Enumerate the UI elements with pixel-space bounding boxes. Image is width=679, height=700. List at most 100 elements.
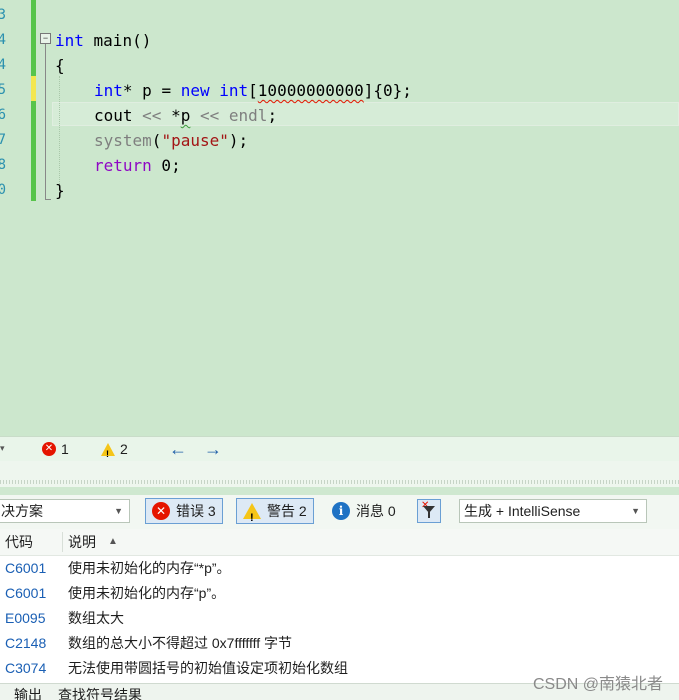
messages-label: 消息 0 xyxy=(356,503,396,519)
error-indicator[interactable]: ✕ 1 xyxy=(42,440,69,458)
error-description: 使用未初始化的内存“p”。 xyxy=(68,585,226,601)
change-margin-unsaved xyxy=(31,76,36,101)
code-editor[interactable]: 3 4 4 5 6 7 8 0 − int main() { int* p = … xyxy=(0,0,679,436)
clear-filter-icon[interactable]: ✕ xyxy=(417,499,441,523)
error-code-link[interactable]: E0095 xyxy=(5,606,45,631)
watermark: CSDN @南猿北者 xyxy=(532,676,663,693)
error-code-link[interactable]: C3074 xyxy=(5,656,46,681)
error-description: 数组的总大小不得超过 0x7fffffff 字节 xyxy=(68,635,293,651)
code-line-8[interactable]: system("pause"); xyxy=(94,128,248,153)
code-text: * xyxy=(171,106,181,125)
error-code-link[interactable]: C6001 xyxy=(5,581,46,606)
column-header-description[interactable]: 说明 xyxy=(68,529,96,555)
tab-find-symbol-results[interactable]: 查找符号结果 xyxy=(58,686,142,700)
info-icon: i xyxy=(332,502,350,520)
line-number: 7 xyxy=(0,132,6,148)
error-description: 数组太大 xyxy=(68,610,124,626)
next-issue-button[interactable]: → xyxy=(204,440,222,458)
code-text: ]{0}; xyxy=(363,81,412,100)
line-number: 8 xyxy=(0,157,6,173)
chevron-down-icon[interactable]: ▾ xyxy=(0,439,5,457)
warning-squiggle-p[interactable]: p xyxy=(181,106,191,125)
chevron-down-icon: ▼ xyxy=(114,506,123,516)
warnings-label: 警告 2 xyxy=(267,503,307,519)
error-list-table: 代码 说明 ▲ C6001 使用未初始化的内存“*p”。 C6001 使用未初始化的… xyxy=(0,529,679,683)
keyword: new xyxy=(180,81,210,100)
warning-icon xyxy=(101,442,115,463)
error-list-toolbar: 决方案 ▼ ✕ 错误 3 警告 2 i 消息 0 ✕ 生成 + IntelliSens… xyxy=(0,495,679,530)
line-number: 3 xyxy=(0,7,6,23)
identifier-endl: endl xyxy=(228,106,268,125)
error-code-link[interactable]: C2148 xyxy=(5,631,46,656)
code-text: [ xyxy=(248,81,258,100)
line-number-gutter: 3 4 4 5 6 7 8 0 xyxy=(0,0,30,436)
warnings-filter-button[interactable]: 警告 2 xyxy=(236,498,314,530)
table-row[interactable]: C2148 数组的总大小不得超过 0x7fffffff 字节 xyxy=(0,631,679,656)
code-line-7[interactable]: cout << *p << endl; xyxy=(94,103,277,128)
line-number: 4 xyxy=(0,57,6,73)
line-number: 5 xyxy=(0,82,6,98)
warning-icon xyxy=(243,503,261,530)
outline-line xyxy=(45,44,46,199)
error-icon: ✕ xyxy=(42,442,56,456)
change-margin-saved xyxy=(31,0,36,76)
keyword-return: return xyxy=(94,156,152,175)
keyword: int xyxy=(219,81,249,100)
warning-count: 2 xyxy=(120,441,128,457)
sort-ascending-icon: ▲ xyxy=(108,536,118,547)
table-header: 代码 说明 ▲ xyxy=(0,529,679,556)
error-count: 1 xyxy=(61,441,69,457)
operator: << xyxy=(142,106,162,125)
code-text: main() xyxy=(83,31,152,50)
line-number: 0 xyxy=(0,182,6,198)
indent-guide xyxy=(59,76,61,186)
code-line-6[interactable]: int* p = new int[10000000000]{0}; xyxy=(94,78,412,103)
line-number: 6 xyxy=(0,107,6,123)
function-name: system xyxy=(94,131,152,150)
code-text: cout xyxy=(94,106,143,125)
build-source-value: 生成 + IntelliSense xyxy=(464,503,581,519)
operator: << xyxy=(200,106,220,125)
error-icon: ✕ xyxy=(152,502,170,520)
error-description: 使用未初始化的内存“*p”。 xyxy=(68,560,231,576)
splitter-grip xyxy=(0,480,679,484)
table-row[interactable]: E0095 数组太大 xyxy=(0,606,679,631)
code-text: ; xyxy=(267,106,278,125)
previous-issue-button[interactable]: ← xyxy=(169,440,187,458)
outline-end xyxy=(45,199,51,200)
collapse-icon[interactable]: − xyxy=(40,33,51,44)
scope-dropdown[interactable]: 决方案 ▼ xyxy=(0,499,130,523)
table-row[interactable]: C6001 使用未初始化的内存“p”。 xyxy=(0,581,679,606)
code-line-5[interactable]: { xyxy=(55,53,65,78)
build-source-dropdown[interactable]: 生成 + IntelliSense ▼ xyxy=(459,499,647,523)
errors-label: 错误 3 xyxy=(176,503,216,519)
string-literal: "pause" xyxy=(161,131,229,150)
code-text: ); xyxy=(228,131,249,150)
messages-filter-button[interactable]: i 消息 0 xyxy=(325,498,403,524)
column-header-code[interactable]: 代码 xyxy=(5,529,33,555)
keyword: int xyxy=(55,31,84,50)
tab-output[interactable]: 输出 xyxy=(14,686,42,700)
warning-indicator[interactable]: 2 xyxy=(101,440,128,463)
code-text: ( xyxy=(151,131,162,150)
line-number: 4 xyxy=(0,32,6,48)
column-divider[interactable] xyxy=(62,532,63,552)
error-squiggle-literal[interactable]: 10000000000 xyxy=(258,81,364,100)
code-text: 0; xyxy=(151,156,181,175)
change-margin-saved xyxy=(31,101,36,201)
pane-splitter[interactable] xyxy=(0,461,679,487)
editor-status-bar: ▾ ✕1 2 ← → xyxy=(0,436,679,463)
code-line-4[interactable]: int main() xyxy=(55,28,151,53)
keyword: int xyxy=(94,81,123,100)
error-code-link[interactable]: C6001 xyxy=(5,556,46,581)
code-line-10[interactable]: } xyxy=(55,178,65,203)
errors-filter-button[interactable]: ✕ 错误 3 xyxy=(145,498,223,524)
table-row[interactable]: C6001 使用未初始化的内存“*p”。 xyxy=(0,556,679,581)
chevron-down-icon: ▼ xyxy=(631,506,640,516)
code-line-9[interactable]: return 0; xyxy=(94,153,181,178)
scope-value: 决方案 xyxy=(1,503,43,519)
